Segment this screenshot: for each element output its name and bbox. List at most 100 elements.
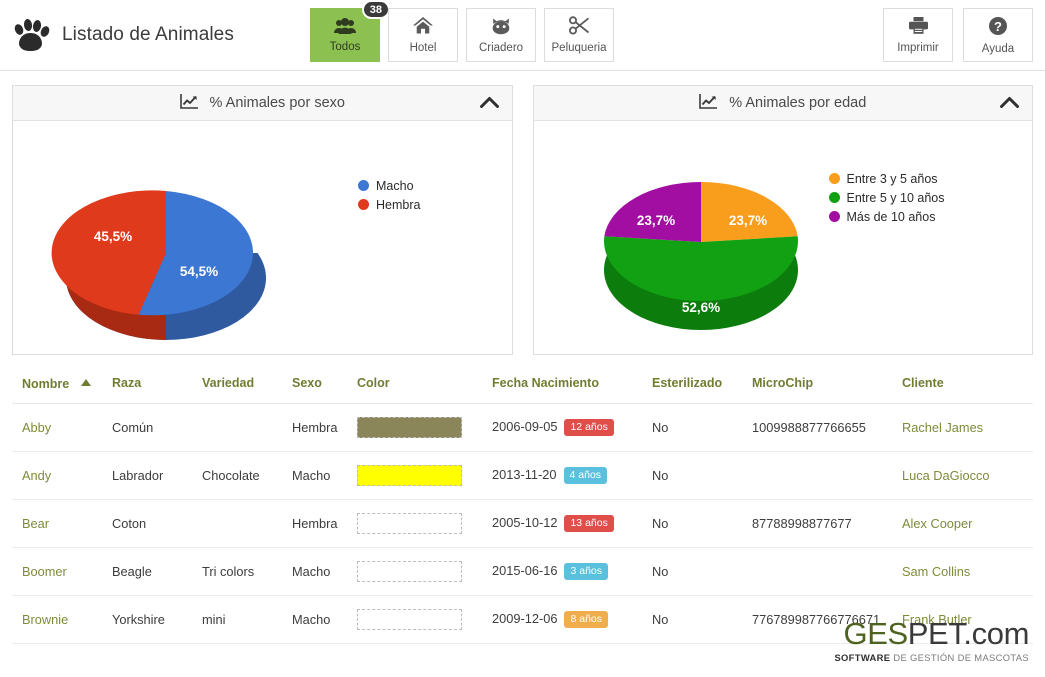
legend-label: Hembra: [376, 197, 421, 212]
tab-todos-badge: 38: [361, 0, 390, 19]
svg-text:23,7%: 23,7%: [728, 213, 766, 228]
animal-name-link[interactable]: Brownie: [22, 612, 68, 627]
column-header-esterilizado[interactable]: Esterilizado: [652, 369, 752, 404]
column-header-nombre-label: Nombre: [22, 377, 70, 391]
animals-table-area: Nombre Raza Variedad Sexo Color Fecha Na…: [0, 355, 1045, 644]
legend-label: Entre 5 y 10 años: [846, 190, 945, 205]
tab-peluqueria-label: Peluqueria: [551, 42, 607, 54]
chevron-up-icon[interactable]: [479, 96, 499, 114]
gespet-logo: GESPET.com SOFTWARE DE GESTIÓN DE MASCOT…: [834, 618, 1029, 663]
animal-name-link[interactable]: Bear: [22, 516, 49, 531]
cell-variedad: [202, 403, 292, 452]
cell-cliente: Alex Cooper: [902, 499, 1033, 548]
legend-color-swatch: [358, 199, 369, 210]
animal-name-link[interactable]: Boomer: [22, 564, 67, 579]
table-row[interactable]: Bear Coton Hembra 2005-10-12 13 años No 877889…: [12, 499, 1033, 548]
tab-hotel[interactable]: Hotel: [388, 8, 458, 62]
cell-fecha-nacimiento: 2009-12-06 8 años: [492, 595, 652, 644]
cell-fecha-nacimiento: 2006-09-05 12 años: [492, 403, 652, 452]
age-badge: 4 años: [563, 467, 608, 484]
panel-sexo-title: % Animales por sexo: [209, 95, 345, 111]
color-swatch: [357, 609, 462, 630]
svg-text:54,5%: 54,5%: [180, 264, 218, 279]
toolbar-actions: Imprimir ? Ayuda: [883, 8, 1033, 62]
cell-color: [357, 403, 492, 452]
column-header-cliente[interactable]: Cliente: [902, 369, 1033, 404]
birth-date: 2009-12-06: [492, 611, 558, 626]
client-name-link[interactable]: Sam Collins: [902, 564, 970, 579]
cell-esterilizado: No: [652, 499, 752, 548]
cell-nombre: Abby: [12, 403, 112, 452]
column-header-sexo[interactable]: Sexo: [292, 369, 357, 404]
cell-nombre: Brownie: [12, 595, 112, 644]
cell-variedad: Chocolate: [202, 451, 292, 500]
column-header-color[interactable]: Color: [357, 369, 492, 404]
tab-todos[interactable]: Todos 38: [310, 0, 390, 62]
table-body: Abby Común Hembra 2006-09-05 12 años No 100998…: [12, 403, 1033, 644]
legend-label: Más de 10 años: [846, 209, 936, 224]
birth-date: 2005-10-12: [492, 515, 558, 530]
logo-wordmark: GESPET.com: [834, 618, 1029, 649]
line-chart-icon: [699, 93, 718, 114]
legend-item: Macho: [358, 176, 420, 195]
pie-chart-sexo: 54,5% 45,5%: [41, 143, 306, 353]
cell-nombre: Boomer: [12, 547, 112, 596]
logo-ges: GES: [843, 616, 908, 651]
logo-tagline-rest: DE GESTIÓN DE MASCOTAS: [890, 652, 1029, 663]
logo-tagline-strong: SOFTWARE: [834, 652, 891, 663]
cell-variedad: Tri colors: [202, 547, 292, 596]
cell-variedad: mini: [202, 595, 292, 644]
table-row[interactable]: Abby Común Hembra 2006-09-05 12 años No 100998…: [12, 403, 1033, 452]
tab-hotel-label: Hotel: [409, 42, 437, 54]
paw-icon: [12, 18, 52, 52]
animals-table: Nombre Raza Variedad Sexo Color Fecha Na…: [12, 369, 1033, 644]
tab-peluqueria[interactable]: Peluqueria: [544, 8, 614, 62]
age-badge: 13 años: [564, 515, 614, 532]
panel-sexo-body: 54,5% 45,5% Macho Hembra: [13, 121, 512, 354]
legend-color-swatch: [828, 192, 840, 203]
legend-label: Macho: [376, 178, 414, 193]
client-name-link[interactable]: Luca DaGiocco: [902, 468, 990, 483]
cell-microchip: 1009988877766655: [752, 403, 902, 452]
cell-sexo: Macho: [292, 451, 357, 500]
legend-sexo: Macho Hembra: [358, 176, 420, 214]
table-row[interactable]: Boomer Beagle Tri colors Macho 2015-06-16 3 a…: [12, 547, 1033, 596]
panel-edad-body: 23,7% 23,7% 52,6% Entre 3 y 5 años Entre…: [534, 121, 1033, 354]
cell-variedad: [202, 499, 292, 548]
column-header-nombre[interactable]: Nombre: [12, 369, 112, 404]
print-button[interactable]: Imprimir: [883, 8, 953, 62]
cell-raza: Beagle: [112, 547, 202, 596]
tab-criadero[interactable]: Criadero: [466, 8, 536, 62]
cell-sexo: Hembra: [292, 499, 357, 548]
svg-text:23,7%: 23,7%: [636, 213, 674, 228]
cell-fecha-nacimiento: 2013-11-20 4 años: [492, 451, 652, 500]
view-tabs: Todos 38 Hotel Criadero Peluqueria: [310, 0, 614, 62]
cell-esterilizado: No: [652, 403, 752, 452]
cell-raza: Yorkshire: [112, 595, 202, 644]
animal-name-link[interactable]: Abby: [22, 420, 51, 435]
column-header-variedad[interactable]: Variedad: [202, 369, 292, 404]
column-header-raza[interactable]: Raza: [112, 369, 202, 404]
chevron-up-icon[interactable]: [1000, 96, 1019, 114]
panel-animales-por-edad: % Animales por edad 23,7% 23,7% 52,6% En…: [532, 85, 1033, 355]
table-head: Nombre Raza Variedad Sexo Color Fecha Na…: [12, 369, 1033, 404]
scissors-icon: [568, 16, 590, 39]
group-users-icon: [334, 17, 356, 38]
panel-sexo-header: % Animales por sexo: [13, 86, 512, 121]
client-name-link[interactable]: Rachel James: [902, 420, 983, 435]
legend-item: Hembra: [358, 195, 420, 214]
help-button[interactable]: ? Ayuda: [963, 8, 1033, 62]
panel-edad-header: % Animales por edad: [533, 86, 1032, 121]
cell-color: [357, 595, 492, 644]
animal-name-link[interactable]: Andy: [22, 468, 51, 483]
cell-sexo: Macho: [292, 595, 357, 644]
table-row[interactable]: Andy Labrador Chocolate Macho 2013-11-20 4 añ…: [12, 451, 1033, 500]
cell-raza: Coton: [112, 499, 202, 548]
column-header-fecha-nacimiento[interactable]: Fecha Nacimiento: [492, 369, 652, 404]
charts-row: % Animales por sexo 54,5% 45,5% Macho He…: [0, 71, 1045, 355]
client-name-link[interactable]: Alex Cooper: [902, 516, 972, 531]
column-header-microchip[interactable]: MicroChip: [752, 369, 902, 404]
cell-microchip: [752, 547, 902, 596]
line-chart-icon: [179, 93, 199, 114]
printer-icon: [908, 16, 929, 39]
